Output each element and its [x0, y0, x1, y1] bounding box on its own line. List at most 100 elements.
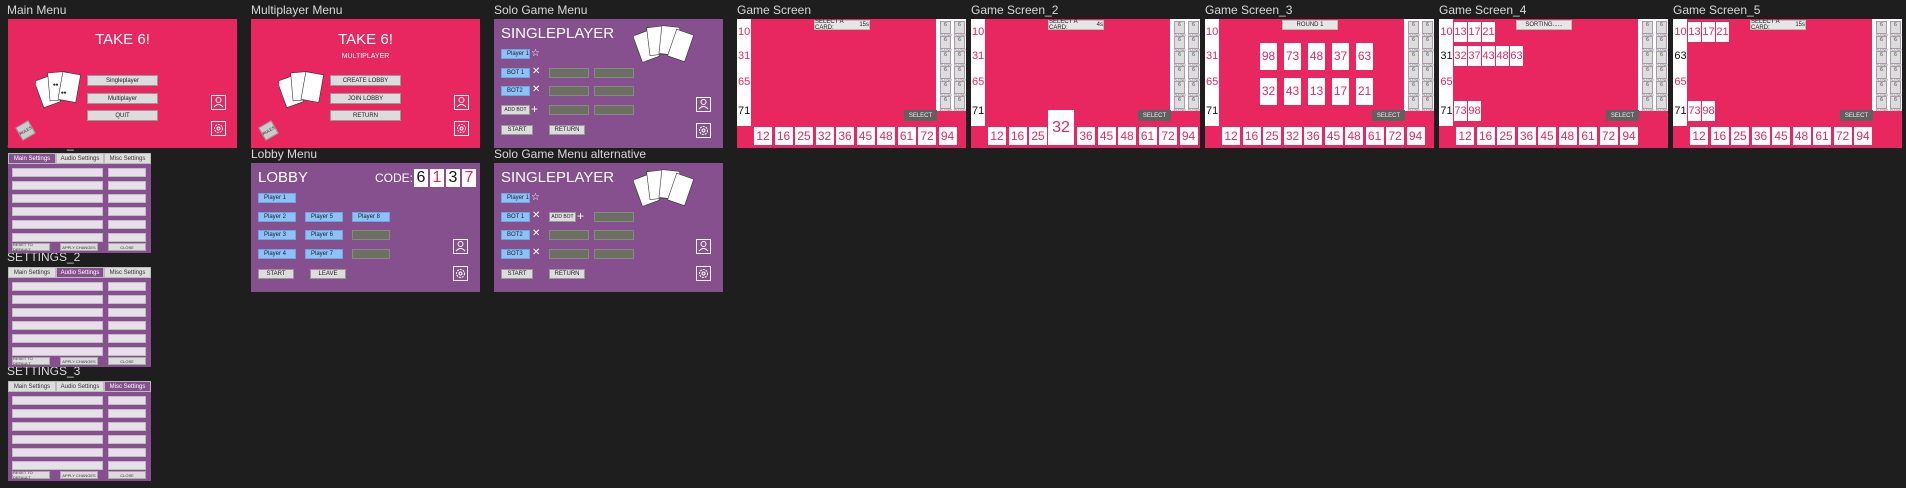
row-card[interactable]: 63 [1510, 46, 1523, 66]
hand-card[interactable]: 94 [1620, 127, 1638, 145]
row-card[interactable]: 71 [1440, 101, 1453, 121]
apply-changes-button[interactable]: APPLY CHANGES [60, 243, 98, 251]
setting-field[interactable] [12, 168, 103, 177]
remove-bot-icon[interactable]: ✕ [532, 210, 540, 221]
plus-icon[interactable]: + [531, 102, 538, 116]
apply-changes-button[interactable]: APPLY CHANGES [60, 471, 98, 479]
hand-card[interactable]: 72 [1833, 127, 1852, 145]
setting-field[interactable] [12, 448, 103, 457]
quit-button[interactable]: QUIT [87, 110, 158, 121]
start-button[interactable]: START [501, 125, 533, 135]
revealed-card[interactable]: 13 [1308, 78, 1325, 105]
select-button[interactable]: SELECT [1372, 110, 1405, 121]
setting-value-field[interactable] [108, 321, 146, 330]
revealed-card[interactable]: 21 [1356, 78, 1373, 105]
select-button[interactable]: SELECT [1138, 110, 1171, 121]
row-card[interactable]: 21 [1716, 22, 1729, 42]
row-card[interactable]: 71 [1674, 101, 1687, 121]
setting-value-field[interactable] [108, 181, 146, 190]
settings-gear-icon[interactable] [696, 266, 711, 281]
settings-gear-icon[interactable] [453, 266, 468, 281]
setting-field[interactable] [12, 461, 103, 470]
hand-card[interactable]: 36 [1751, 127, 1770, 145]
setting-value-field[interactable] [108, 207, 146, 216]
row-card[interactable]: 73 [1688, 101, 1701, 121]
revealed-card[interactable]: 98 [1260, 43, 1277, 70]
setting-field[interactable] [12, 308, 103, 317]
row-card[interactable]: 65 [1674, 72, 1687, 92]
row-card[interactable]: 71 [1206, 101, 1218, 121]
tab-settings-1[interactable]: Main Settings [8, 267, 56, 278]
hand-card[interactable]: 12 [988, 127, 1006, 145]
setting-field[interactable] [12, 282, 103, 291]
setting-field[interactable] [12, 207, 103, 216]
setting-value-field[interactable] [108, 308, 146, 317]
hand-card[interactable]: 16 [1242, 127, 1261, 145]
profile-icon[interactable] [211, 95, 226, 110]
tab-settings-2[interactable]: Audio Settings [56, 267, 104, 278]
add-bot-button[interactable]: ADD BOT [549, 212, 576, 222]
hand-card[interactable]: 61 [1579, 127, 1597, 145]
setting-field[interactable] [12, 435, 103, 444]
hand-card[interactable]: 48 [1345, 127, 1363, 145]
hand-card[interactable]: 16 [774, 127, 793, 145]
hand-card[interactable]: 16 [1476, 127, 1495, 145]
tab-settings-3[interactable]: Misc Settings [104, 381, 151, 392]
create-lobby-button[interactable]: CREATE LOBBY [330, 75, 401, 86]
hand-card[interactable]: 25 [1263, 127, 1281, 145]
setting-field[interactable] [12, 422, 103, 431]
row-card[interactable]: 65 [1440, 72, 1453, 92]
plus-icon[interactable]: + [577, 209, 584, 223]
setting-value-field[interactable] [108, 220, 146, 229]
hand-card[interactable]: 45 [1772, 127, 1790, 145]
hand-card[interactable]: 36 [1304, 127, 1322, 145]
row-card[interactable]: 21 [1482, 22, 1495, 42]
hand-card[interactable]: 94 [1179, 127, 1198, 145]
tab-settings-1[interactable]: Main Settings [8, 381, 56, 392]
hand-card[interactable]: 72 [918, 127, 936, 145]
row-card[interactable]: 10 [972, 22, 984, 42]
revealed-card[interactable]: 37 [1332, 43, 1349, 70]
hand-card[interactable]: 12 [1222, 127, 1240, 145]
multiplayer-button[interactable]: Multiplayer [87, 93, 158, 104]
row-card[interactable]: 31 [738, 46, 750, 66]
setting-value-field[interactable] [108, 233, 146, 242]
rules-button[interactable]: RULES [15, 120, 36, 141]
setting-value-field[interactable] [108, 396, 146, 405]
row-card[interactable]: 17 [1468, 22, 1481, 42]
hand-card[interactable]: 48 [877, 127, 895, 145]
hand-card[interactable]: 72 [1159, 127, 1177, 145]
start-button[interactable]: START [258, 269, 294, 279]
tab-settings-3[interactable]: Misc Settings [104, 153, 151, 164]
start-button[interactable]: START [501, 269, 533, 279]
settings-gear-icon[interactable] [696, 123, 711, 138]
join-lobby-button[interactable]: JOIN LOBBY [330, 93, 401, 104]
hand-card[interactable]: 36 [1077, 127, 1095, 145]
setting-field[interactable] [12, 347, 103, 356]
setting-field[interactable] [12, 409, 103, 418]
select-button[interactable]: SELECT [904, 110, 937, 121]
row-card[interactable]: 31 [1440, 46, 1453, 66]
row-card[interactable]: 71 [738, 101, 750, 121]
row-card[interactable]: 73 [1454, 101, 1467, 121]
hand-card[interactable]: 25 [1731, 127, 1749, 145]
setting-value-field[interactable] [108, 334, 146, 343]
setting-field[interactable] [12, 181, 103, 190]
setting-field[interactable] [12, 334, 103, 343]
hand-card[interactable]: 25 [1497, 127, 1515, 145]
profile-icon[interactable] [696, 97, 711, 112]
rules-button[interactable]: RULES [258, 120, 279, 141]
hand-card[interactable]: 12 [1456, 127, 1474, 145]
hand-card[interactable]: 94 [1854, 127, 1872, 145]
singleplayer-button[interactable]: Singleplayer [87, 75, 158, 86]
hand-card[interactable]: 45 [856, 127, 875, 145]
row-card[interactable]: 98 [1702, 101, 1715, 121]
leave-button[interactable]: LEAVE [310, 269, 346, 279]
row-card[interactable]: 71 [972, 101, 984, 121]
revealed-card[interactable]: 48 [1308, 43, 1325, 70]
tab-settings-2[interactable]: Audio Settings [56, 381, 104, 392]
revealed-card[interactable]: 43 [1284, 78, 1301, 105]
remove-bot-icon[interactable]: ✕ [532, 84, 540, 95]
hand-card[interactable]: 32 [1283, 127, 1302, 145]
row-card[interactable]: 37 [1468, 46, 1481, 66]
